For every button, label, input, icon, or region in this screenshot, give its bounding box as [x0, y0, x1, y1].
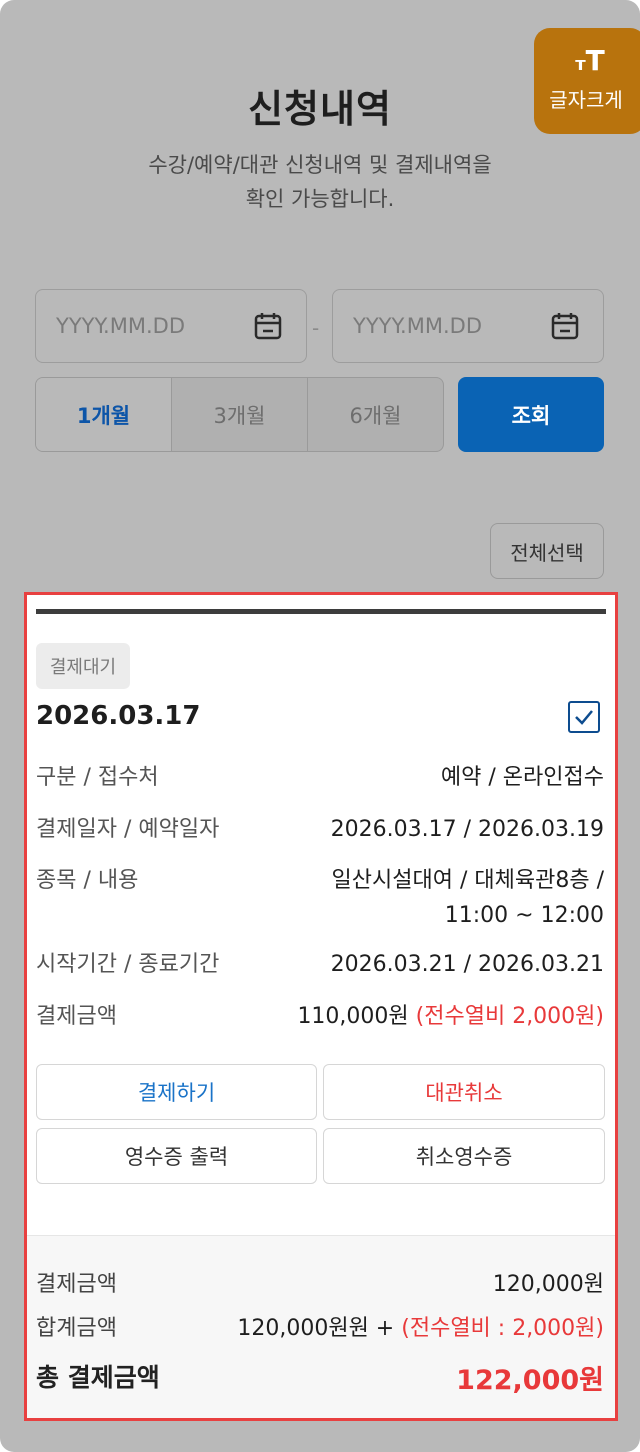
- cancel-receipt-button[interactable]: 취소영수증: [323, 1128, 605, 1184]
- info-value-line-2: 11:00 ~ 12:00: [444, 903, 604, 928]
- font-size-icon: тT: [575, 43, 605, 77]
- print-receipt-button[interactable]: 영수증 출력: [36, 1128, 317, 1184]
- status-badge: 결제대기: [36, 643, 130, 689]
- font-size-label: 글자크게: [549, 87, 623, 112]
- payment-summary: 결제금액 120,000원 합계금액 120,000원원 + (전수열비 : 2…: [27, 1235, 615, 1418]
- info-value: 2026.03.17 / 2026.03.19: [330, 817, 604, 842]
- fee-value: (전수열비 2,000원): [415, 1004, 604, 1029]
- sum-value: 120,000원원 +: [237, 1316, 395, 1341]
- reservation-card: 결제대기 2026.03.17 구분 / 접수처 예약 / 온라인접수 결제일자…: [24, 592, 618, 1421]
- info-value: 2026.03.21 / 2026.03.21: [330, 952, 604, 977]
- summary-label: 합계금액: [36, 1316, 117, 1341]
- pay-button[interactable]: 결제하기: [36, 1064, 317, 1120]
- description-line-2: 확인 가능합니다.: [245, 187, 395, 211]
- sum-fee: (전수열비 : 2,000원): [401, 1316, 604, 1341]
- info-label: 결제일자 / 예약일자: [36, 817, 220, 842]
- summary-value: 120,000원원 + (전수열비 : 2,000원): [237, 1310, 604, 1342]
- total-value: 122,000원: [456, 1365, 604, 1396]
- font-size-button[interactable]: тT 글자크게: [534, 28, 640, 134]
- info-value-line-1: 일산시설대여 / 대체육관8층 /: [331, 868, 604, 893]
- search-button[interactable]: 조회: [458, 377, 604, 452]
- summary-label: 결제금액: [36, 1272, 117, 1297]
- info-row-content: 종목 / 내용 일산시설대여 / 대체육관8층 / 11:00 ~ 12:00: [36, 863, 604, 933]
- calendar-icon[interactable]: [551, 312, 579, 344]
- total-label: 총 결제금액: [36, 1363, 160, 1392]
- info-value: 일산시설대여 / 대체육관8층 / 11:00 ~ 12:00: [332, 863, 604, 933]
- period-3-months[interactable]: 3개월: [171, 378, 307, 451]
- calendar-icon[interactable]: [254, 312, 282, 344]
- cancel-rental-button[interactable]: 대관취소: [323, 1064, 605, 1120]
- info-label: 종목 / 내용: [36, 868, 139, 893]
- period-selector: 1개월 3개월 6개월: [35, 377, 444, 452]
- info-value: 예약 / 온라인접수: [440, 765, 604, 790]
- card-checkbox[interactable]: [568, 701, 600, 733]
- info-label: 구분 / 접수처: [36, 765, 159, 790]
- period-1-month[interactable]: 1개월: [36, 378, 171, 451]
- amount-value: 110,000원: [297, 1004, 409, 1029]
- card-date: 2026.03.17: [36, 701, 201, 731]
- period-6-months[interactable]: 6개월: [307, 378, 443, 451]
- app-frame: 신청내역 수강/예약/대관 신청내역 및 결제내역을 확인 가능합니다. тT …: [0, 0, 640, 1452]
- info-value: 110,000원 (전수열비 2,000원): [297, 999, 604, 1034]
- end-date-placeholder: YYYY.MM.DD: [353, 314, 482, 338]
- page-description: 수강/예약/대관 신청내역 및 결제내역을 확인 가능합니다.: [0, 148, 640, 216]
- card-divider: [36, 609, 606, 614]
- start-date-input[interactable]: YYYY.MM.DD: [35, 289, 307, 363]
- info-label: 시작기간 / 종료기간: [36, 952, 220, 977]
- description-line-1: 수강/예약/대관 신청내역 및 결제내역을: [148, 153, 492, 177]
- summary-value: 120,000원: [492, 1272, 604, 1297]
- select-all-button[interactable]: 전체선택: [490, 523, 604, 579]
- date-separator: -: [312, 316, 320, 340]
- start-date-placeholder: YYYY.MM.DD: [56, 314, 185, 338]
- info-label: 결제금액: [36, 1004, 117, 1029]
- checkmark-icon: [575, 710, 593, 725]
- end-date-input[interactable]: YYYY.MM.DD: [332, 289, 604, 363]
